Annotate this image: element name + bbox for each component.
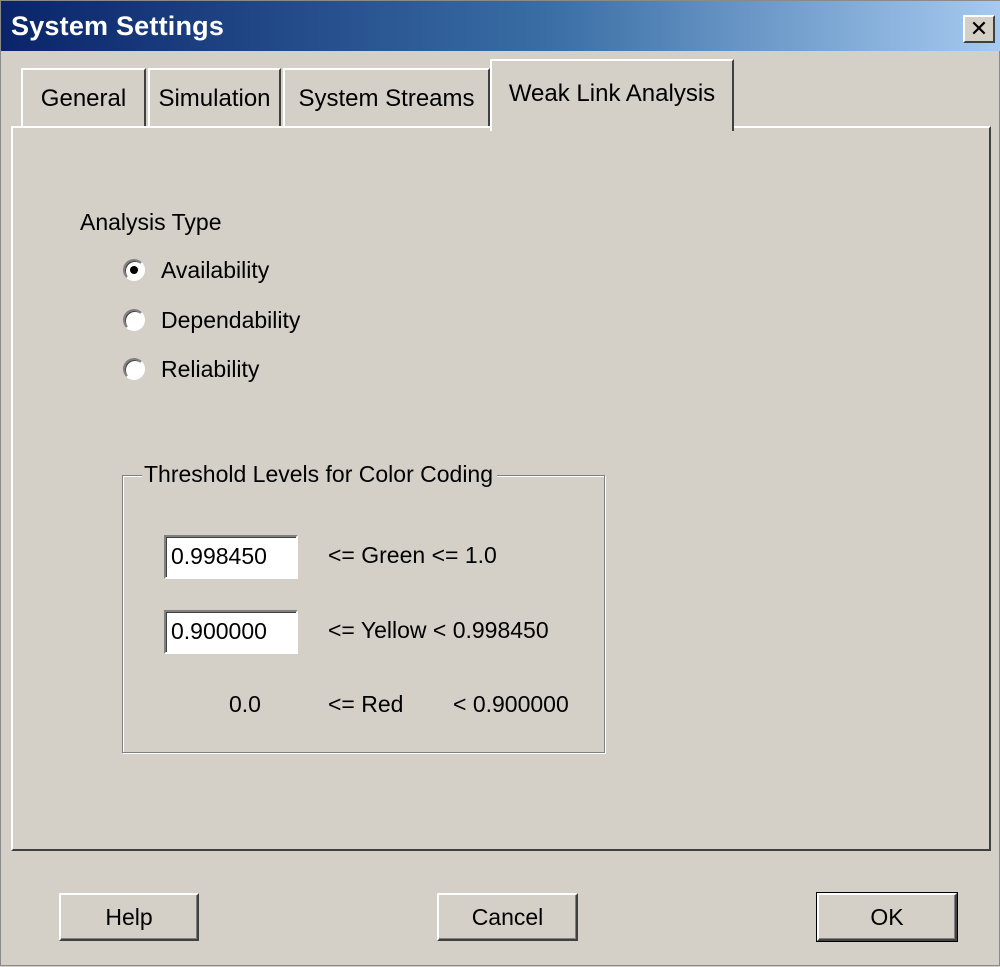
- radio-label-reliability: Reliability: [161, 356, 260, 382]
- tab-simulation[interactable]: Simulation: [148, 68, 281, 126]
- close-button[interactable]: ✕: [963, 15, 995, 43]
- green-threshold-input[interactable]: 0.998450: [164, 535, 298, 579]
- radio-button-selected[interactable]: [123, 259, 145, 281]
- system-settings-dialog: System Settings ✕ General Simulation Sys…: [0, 0, 1000, 966]
- title-bar[interactable]: System Settings ✕: [1, 1, 1000, 51]
- tab-general[interactable]: General: [21, 68, 146, 126]
- ok-button[interactable]: OK: [816, 892, 958, 942]
- analysis-type-label: Analysis Type: [80, 209, 222, 235]
- help-button[interactable]: Help: [59, 893, 199, 941]
- radio-button-unselected[interactable]: [123, 309, 145, 331]
- radio-label-dependability: Dependability: [161, 307, 301, 333]
- yellow-threshold-input[interactable]: 0.900000: [164, 610, 298, 654]
- radio-button-unselected[interactable]: [123, 358, 145, 380]
- cancel-button[interactable]: Cancel: [437, 893, 578, 941]
- close-icon: ✕: [969, 16, 989, 41]
- window-title: System Settings: [11, 11, 225, 41]
- tab-weak-link-analysis[interactable]: Weak Link Analysis: [490, 59, 734, 131]
- tab-system-streams[interactable]: System Streams: [283, 68, 490, 126]
- radio-label-availability: Availability: [161, 257, 270, 283]
